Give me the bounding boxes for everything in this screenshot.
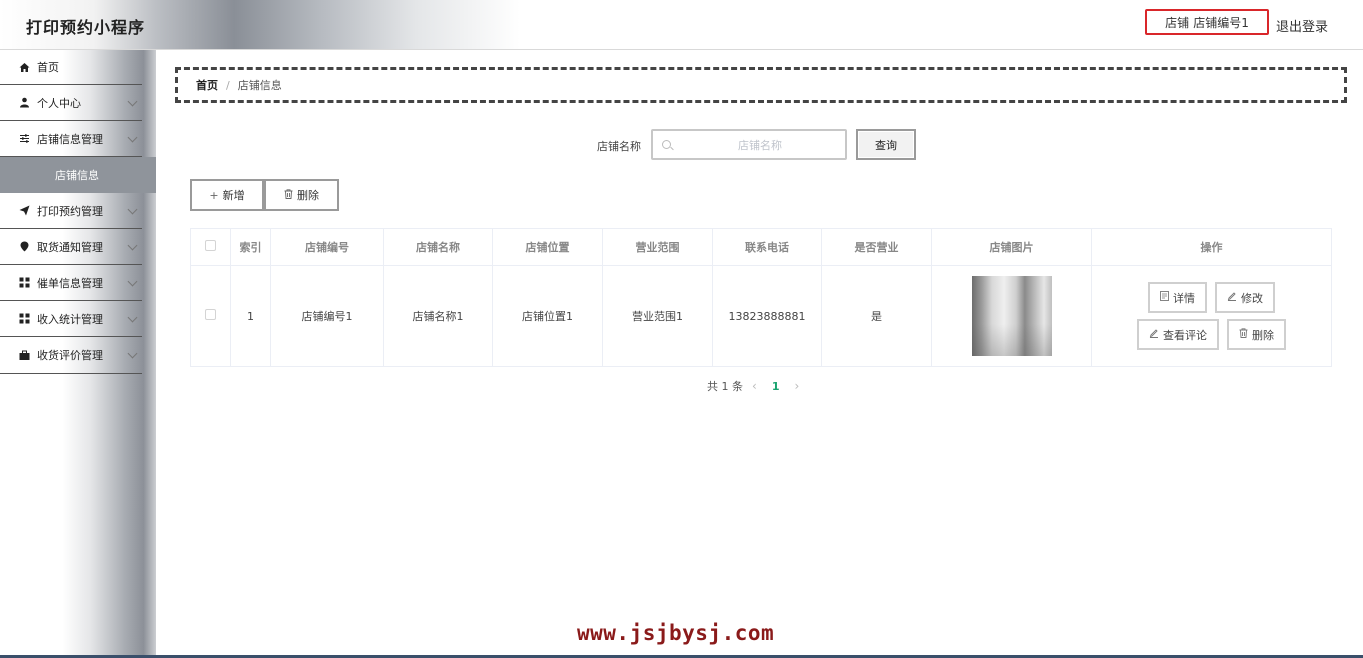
pagination-total: 共 1 条 bbox=[707, 380, 743, 393]
delete-button[interactable]: 删除 bbox=[1227, 319, 1286, 350]
next-page-icon[interactable]: › bbox=[794, 379, 799, 393]
trash-icon bbox=[284, 188, 293, 202]
edit-label: 修改 bbox=[1241, 291, 1263, 305]
user-name: 店铺编号1 bbox=[1193, 15, 1249, 30]
sidebar-item-pickup-notice-mgmt[interactable]: 取货通知管理 bbox=[0, 229, 142, 265]
breadcrumb-current: 店铺信息 bbox=[237, 79, 282, 92]
user-icon bbox=[18, 97, 30, 109]
breadcrumb-home[interactable]: 首页 bbox=[196, 77, 218, 93]
row-select-cell bbox=[190, 265, 231, 367]
column-header: 联系电话 bbox=[712, 228, 822, 266]
cell-phone: 13823888881 bbox=[712, 265, 822, 367]
cell-shop-image bbox=[931, 265, 1092, 367]
sidebar-item-label: 收货评价管理 bbox=[37, 349, 103, 362]
cell-scope: 营业范围1 bbox=[602, 265, 713, 367]
sidebar-item-label: 个人中心 bbox=[37, 96, 81, 110]
cell-actions: 详情 修改 查看评论 删除 bbox=[1091, 265, 1332, 367]
query-button[interactable]: 查询 bbox=[856, 129, 916, 160]
cell-open: 是 bbox=[821, 265, 932, 367]
shop-thumbnail[interactable] bbox=[971, 276, 1052, 356]
home-icon bbox=[18, 61, 30, 73]
app-title: 打印预约小程序 bbox=[26, 18, 146, 37]
chevron-down-icon bbox=[127, 276, 138, 287]
sidebar-subitem-label: 店铺信息 bbox=[55, 169, 99, 182]
sidebar-item-home[interactable]: 首页 bbox=[0, 50, 142, 85]
table-header-row: 索引 店铺编号 店铺名称 店铺位置 营业范围 联系电话 是否营业 店铺图片 操作 bbox=[190, 228, 1332, 266]
detail-button[interactable]: 详情 bbox=[1148, 282, 1207, 313]
cell-index: 1 bbox=[230, 265, 271, 367]
grid-icon bbox=[18, 313, 30, 325]
batch-delete-button[interactable]: 删除 bbox=[264, 179, 339, 211]
chevron-down-icon bbox=[127, 312, 138, 323]
grid-icon bbox=[18, 277, 30, 289]
plus-icon: + bbox=[209, 188, 219, 202]
cell-shop-name: 店铺名称1 bbox=[383, 265, 493, 367]
edit-icon bbox=[1227, 291, 1237, 304]
view-comments-label: 查看评论 bbox=[1163, 328, 1207, 342]
sidebar-item-label: 打印预约管理 bbox=[37, 204, 103, 218]
sidebar-item-receipt-review-mgmt[interactable]: 收货评价管理 bbox=[0, 337, 142, 374]
briefcase-icon bbox=[18, 349, 30, 361]
add-button[interactable]: + 新增 bbox=[190, 179, 264, 211]
document-icon bbox=[1160, 291, 1169, 304]
search-input[interactable] bbox=[675, 135, 845, 155]
current-user-badge: 店铺 店铺编号1 bbox=[1145, 9, 1269, 35]
sidebar-item-shop-info-mgmt[interactable]: 店铺信息管理 bbox=[0, 121, 142, 157]
view-comments-button[interactable]: 查看评论 bbox=[1137, 319, 1219, 350]
cell-shop-no: 店铺编号1 bbox=[270, 265, 384, 367]
sidebar-item-personal-center[interactable]: 个人中心 bbox=[0, 85, 142, 121]
edit-button[interactable]: 修改 bbox=[1215, 282, 1275, 313]
chevron-down-icon bbox=[127, 240, 138, 251]
detail-label: 详情 bbox=[1173, 291, 1195, 305]
select-all-checkbox[interactable] bbox=[205, 240, 216, 251]
sidebar-item-label: 取货通知管理 bbox=[37, 240, 103, 254]
trash-icon bbox=[1239, 328, 1248, 341]
chevron-down-icon bbox=[127, 96, 138, 107]
breadcrumb: 首页 / 店铺信息 bbox=[175, 67, 1347, 103]
breadcrumb-separator: / bbox=[226, 78, 230, 92]
delete-label: 删除 bbox=[1252, 328, 1274, 342]
sidebar-item-label: 店铺信息管理 bbox=[37, 132, 103, 146]
column-header: 索引 bbox=[230, 228, 271, 266]
column-header: 操作 bbox=[1091, 228, 1332, 266]
send-icon bbox=[18, 205, 30, 217]
sidebar-item-label: 首页 bbox=[37, 61, 59, 74]
column-header: 店铺位置 bbox=[492, 228, 603, 266]
sidebar-item-reminder-mgmt[interactable]: 催单信息管理 bbox=[0, 265, 142, 301]
select-all-cell bbox=[190, 228, 231, 266]
sidebar: 首页 个人中心 店铺信息管理 店铺信息 打印预约管理 取货通知管理 催单信息管理… bbox=[0, 50, 156, 658]
location-icon bbox=[18, 241, 30, 253]
column-header: 店铺编号 bbox=[270, 228, 384, 266]
column-header: 店铺名称 bbox=[383, 228, 493, 266]
add-button-label: 新增 bbox=[222, 189, 245, 202]
sliders-icon bbox=[18, 133, 30, 145]
logout-link[interactable]: 退出登录 bbox=[1276, 16, 1328, 35]
column-header: 店铺图片 bbox=[931, 228, 1092, 266]
watermark: www.jsjbysj.com bbox=[577, 621, 775, 645]
pagination: 共 1 条 ‹ 1 › bbox=[707, 378, 808, 394]
chevron-down-icon bbox=[127, 204, 138, 215]
chevron-down-icon bbox=[127, 348, 138, 359]
sidebar-subitem-shop-info[interactable]: 店铺信息 bbox=[0, 157, 156, 193]
sidebar-item-income-stats-mgmt[interactable]: 收入统计管理 bbox=[0, 301, 142, 337]
sidebar-item-print-booking-mgmt[interactable]: 打印预约管理 bbox=[0, 193, 142, 229]
column-header: 是否营业 bbox=[821, 228, 932, 266]
page-number[interactable]: 1 bbox=[772, 380, 780, 393]
chevron-down-icon bbox=[127, 132, 138, 143]
search-label: 店铺名称 bbox=[597, 140, 641, 153]
shop-table: 索引 店铺编号 店铺名称 店铺位置 营业范围 联系电话 是否营业 店铺图片 操作… bbox=[190, 228, 1332, 367]
user-role: 店铺 bbox=[1165, 15, 1190, 30]
table-row: 1 店铺编号1 店铺名称1 店铺位置1 营业范围1 13823888881 是 … bbox=[190, 265, 1332, 367]
top-header: 打印预约小程序 店铺 店铺编号1 退出登录 bbox=[0, 0, 1363, 50]
sidebar-item-label: 催单信息管理 bbox=[37, 276, 103, 290]
column-header: 营业范围 bbox=[602, 228, 713, 266]
prev-page-icon[interactable]: ‹ bbox=[752, 379, 757, 393]
batch-delete-label: 删除 bbox=[297, 189, 319, 202]
cell-location: 店铺位置1 bbox=[492, 265, 603, 367]
edit-icon bbox=[1149, 328, 1159, 341]
sidebar-item-label: 收入统计管理 bbox=[37, 312, 103, 326]
search-field[interactable] bbox=[651, 129, 847, 160]
search-icon bbox=[662, 140, 671, 149]
row-checkbox[interactable] bbox=[205, 309, 216, 320]
